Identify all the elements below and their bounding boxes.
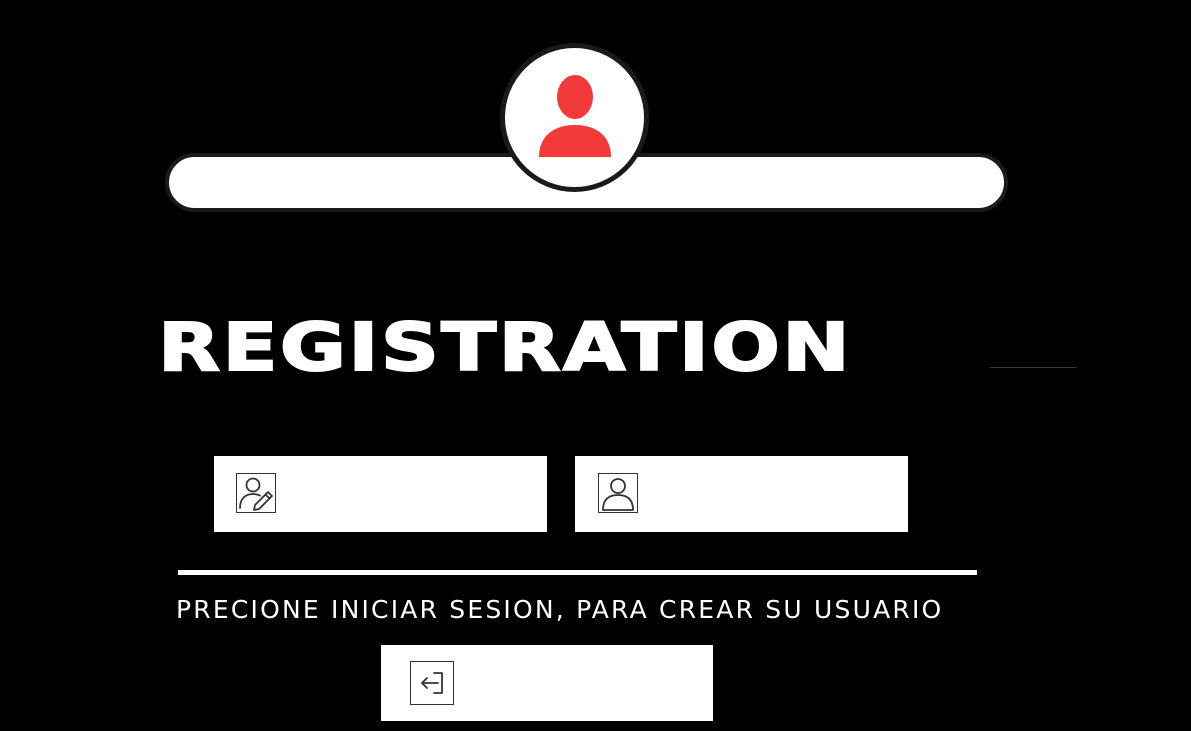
user-icon [538, 74, 611, 157]
instruction-text: PRECIONE INICIAR SESION, PARA CREAR SU U… [176, 595, 944, 624]
divider [178, 570, 977, 575]
user-input[interactable] [649, 474, 889, 514]
login-button[interactable] [381, 645, 713, 721]
page-title: REGISTRATION [157, 308, 853, 387]
avatar [500, 43, 649, 192]
username-input[interactable] [288, 474, 528, 514]
user-edit-icon [236, 473, 276, 513]
user-icon [598, 473, 638, 513]
login-icon [410, 661, 454, 705]
title-underline [990, 367, 1077, 368]
username-field[interactable] [214, 456, 547, 532]
user-field[interactable] [575, 456, 908, 532]
